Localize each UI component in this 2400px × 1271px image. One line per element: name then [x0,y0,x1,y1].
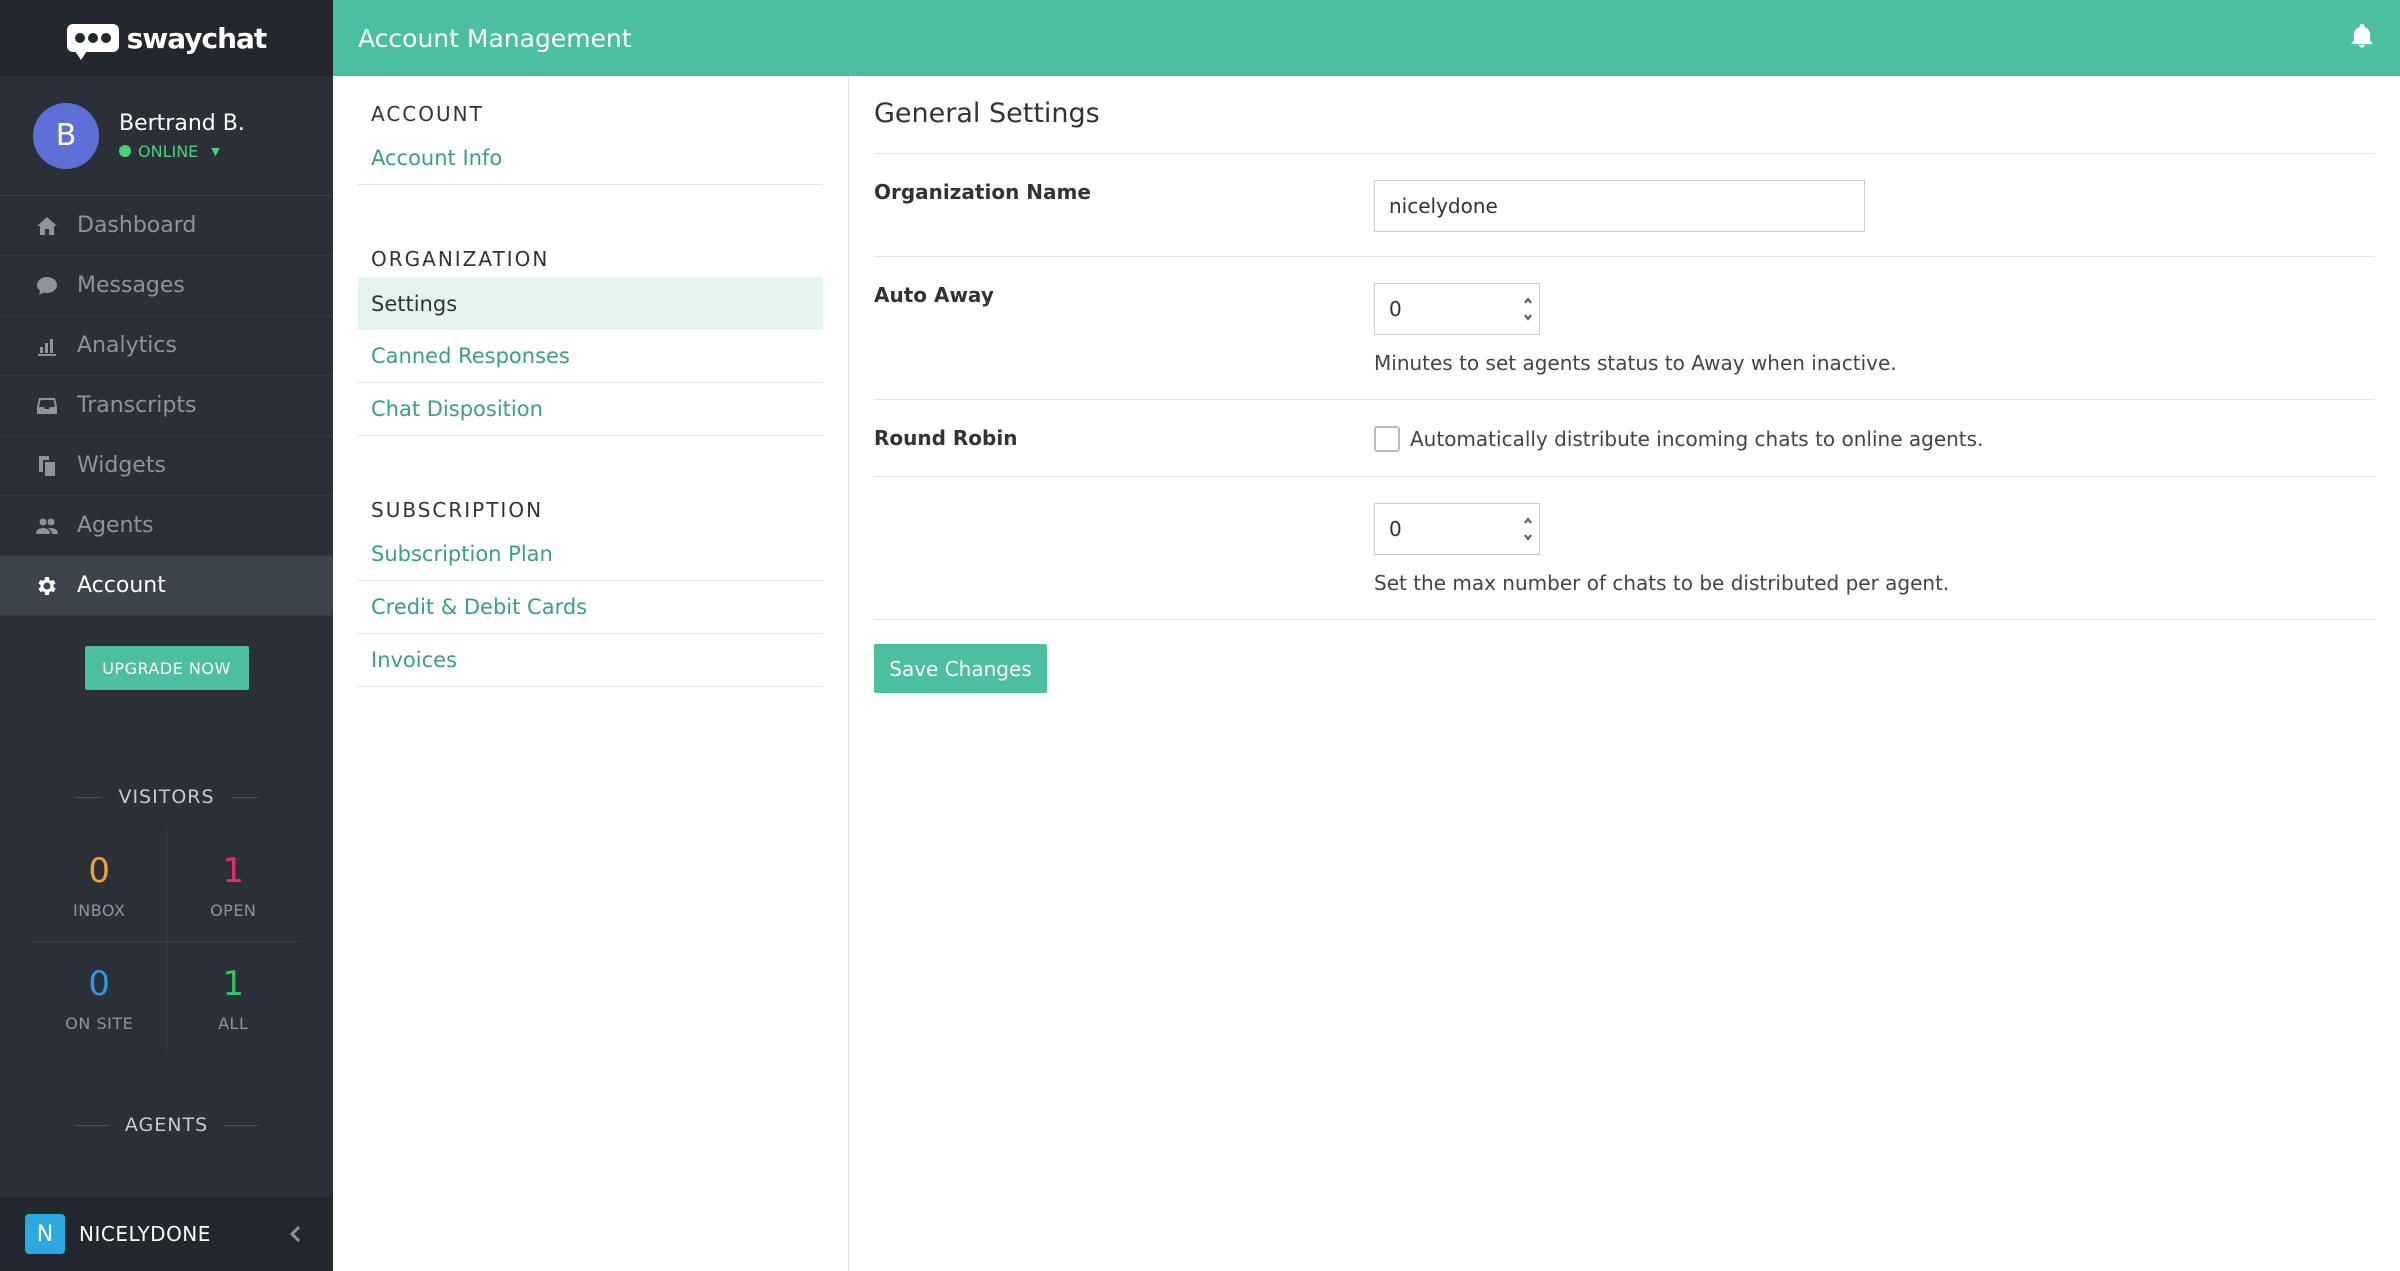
chat-icon [33,272,61,300]
submenu-item-account-info[interactable]: Account Info [358,132,823,185]
org-name-row: Organization Name [874,154,2375,257]
stat-value: 1 [222,851,245,891]
chat-bubble-icon [66,24,119,60]
bell-icon[interactable] [2348,22,2378,52]
brand-name: swaychat [126,21,268,55]
submenu-item-subscription-plan[interactable]: Subscription Plan [358,528,823,581]
status-dot-icon [119,145,131,157]
org-footer: N NICELYDONE [0,1197,333,1271]
stat-open[interactable]: 1 OPEN [166,830,300,942]
collapse-sidebar-icon[interactable] [281,1219,311,1249]
status-label: ONLINE [138,141,199,161]
auto-away-row: Auto Away 0 Minutes to set agents status… [874,257,2375,400]
stat-value: 0 [88,851,111,891]
max-chats-help: Set the max number of chats to be distri… [1374,571,1950,595]
sidebar: swaychat B Bertrand B. ONLINE ▼ Dashboar… [0,0,333,1271]
auto-away-help: Minutes to set agents status to Away whe… [1374,351,1897,375]
nav-item-messages[interactable]: Messages [0,256,333,316]
submenu-item-cards[interactable]: Credit & Debit Cards [358,581,823,634]
top-bar: Account Management [333,0,2400,76]
page-title: Account Management [358,23,632,53]
nav-item-account[interactable]: Account [0,556,333,616]
nav-item-widgets[interactable]: Widgets [0,436,333,496]
user-profile[interactable]: B Bertrand B. ONLINE ▼ [0,76,333,196]
brand-logo[interactable]: swaychat [0,0,333,76]
agents-heading: AGENTS [0,1114,333,1136]
submenu-item-invoices[interactable]: Invoices [358,634,823,687]
nav-label: Account [77,573,166,598]
home-icon [33,212,61,240]
nav-item-agents[interactable]: Agents [0,496,333,556]
stat-label: INBOX [73,901,126,920]
stat-all[interactable]: 1 ALL [167,942,301,1054]
nav-label: Messages [77,273,185,298]
auto-away-label: Auto Away [874,283,994,307]
submenu-item-canned-responses[interactable]: Canned Responses [358,330,823,383]
visitors-heading: VISITORS [0,786,333,808]
max-chats-input[interactable]: 0 [1374,503,1540,555]
save-changes-button[interactable]: Save Changes [874,644,1047,693]
status-dropdown[interactable]: ONLINE ▼ [119,142,245,161]
nav-label: Analytics [77,333,177,358]
round-robin-checkbox[interactable] [1374,426,1400,452]
nav-item-dashboard[interactable]: Dashboard [0,196,333,256]
submenu-item-settings[interactable]: Settings [358,277,823,330]
stat-value: 0 [88,963,111,1004]
users-icon [33,512,61,540]
visitor-stats: 0 INBOX 1 OPEN 0 ON SITE 1 ALL [33,830,300,1054]
submenu-heading-organization: ORGANIZATION [371,247,550,271]
submenu-heading-account: ACCOUNT [371,102,484,126]
inbox-icon [33,392,61,420]
nav-label: Transcripts [77,393,197,418]
stat-value: 1 [222,963,245,1004]
submenu-heading-subscription: SUBSCRIPTION [371,498,544,522]
gear-icon [33,572,61,600]
user-name: Bertrand B. [119,110,245,136]
auto-away-value: 0 [1389,297,1402,321]
nav-label: Agents [77,513,154,538]
bar-chart-icon [33,332,61,360]
org-name: NICELYDONE [79,1222,211,1246]
nav-item-transcripts[interactable]: Transcripts [0,376,333,436]
org-name-input[interactable] [1374,180,1865,232]
round-robin-checkbox-label: Automatically distribute incoming chats … [1410,427,1984,451]
org-avatar: N [25,1214,65,1254]
auto-away-input[interactable]: 0 [1374,283,1540,335]
round-robin-row: Round Robin Automatically distribute inc… [874,400,2375,477]
stat-label: ON SITE [65,1013,134,1033]
max-chats-row: 0 Set the max number of chats to be dist… [874,477,2375,620]
upgrade-now-button[interactable]: UPGRADE NOW [84,646,249,690]
nav-label: Widgets [77,453,166,478]
section-title: General Settings [874,76,2375,154]
copy-icon [33,452,61,480]
max-chats-value: 0 [1389,517,1402,541]
stat-on-site[interactable]: 0 ON SITE [33,942,167,1054]
spinner-arrows-icon[interactable] [1523,296,1533,322]
account-submenu: ACCOUNT Account Info ORGANIZATION Settin… [333,76,849,1271]
round-robin-label: Round Robin [874,426,1018,450]
stat-label: OPEN [210,901,257,920]
avatar: B [33,102,99,169]
main-nav: Dashboard Messages Analytics Transcripts… [0,196,333,616]
settings-panel: General Settings Organization Name Auto … [849,76,2400,1271]
submenu-item-chat-disposition[interactable]: Chat Disposition [358,383,823,436]
caret-down-icon: ▼ [211,144,220,158]
spinner-arrows-icon[interactable] [1523,516,1533,542]
stat-inbox[interactable]: 0 INBOX [33,830,167,942]
nav-item-analytics[interactable]: Analytics [0,316,333,376]
nav-label: Dashboard [77,213,197,238]
stat-label: ALL [218,1013,249,1033]
org-name-label: Organization Name [874,180,1091,204]
